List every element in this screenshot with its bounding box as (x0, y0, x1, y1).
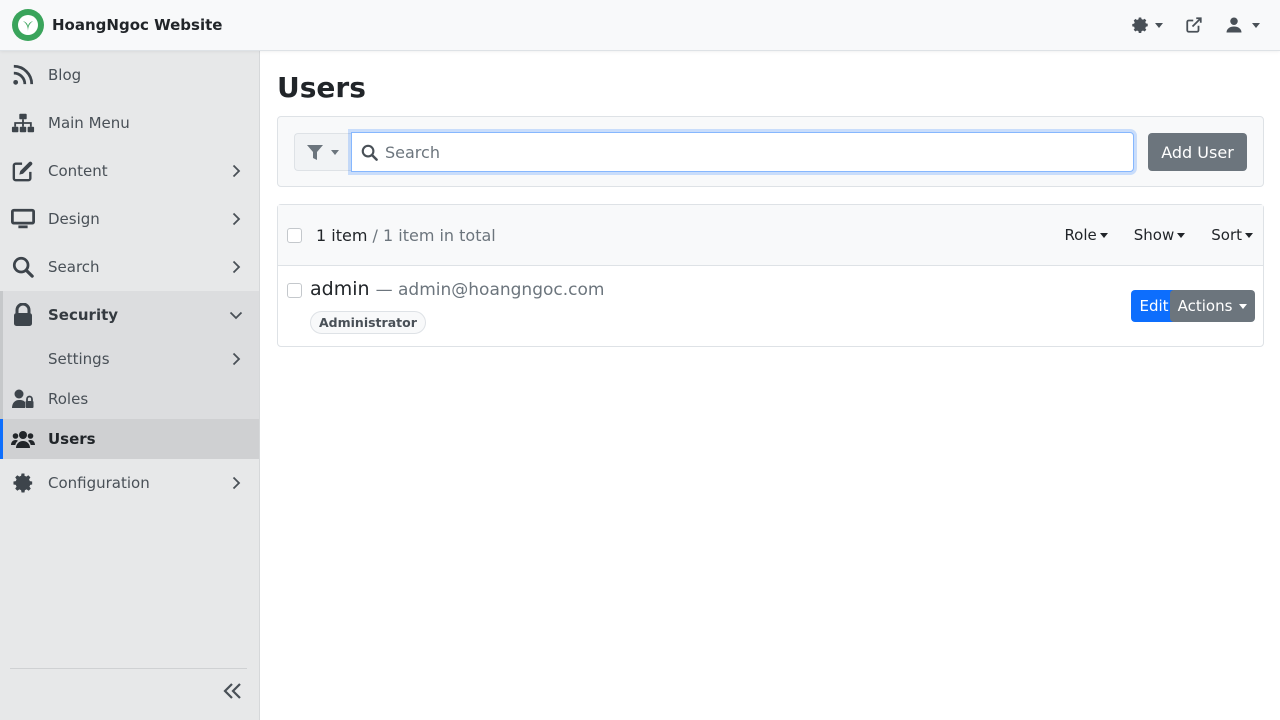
role-filter-label: Role (1064, 226, 1097, 244)
item-count-visible: 1 item (316, 225, 368, 245)
chevron-down-icon (229, 308, 243, 322)
actions-dropdown-button[interactable]: Actions (1170, 290, 1255, 322)
edit-icon (11, 159, 35, 183)
chevron-down-icon (1252, 22, 1260, 28)
main-content: Users Add User 1 item / 1 item in total … (277, 51, 1264, 347)
top-header: HoangNgoc Website (0, 0, 1280, 51)
sidebar-item-search[interactable]: Search (0, 243, 259, 291)
brand-link[interactable]: HoangNgoc Website (0, 0, 222, 50)
chevron-down-icon (1099, 232, 1108, 238)
user-lock-icon (11, 387, 35, 411)
chevron-right-icon (229, 212, 243, 226)
sidebar-item-label: Users (48, 430, 96, 448)
sidebar: Blog Main Menu Content Design Search Sec… (0, 51, 260, 720)
chevron-down-icon (1155, 22, 1163, 28)
user-email: — admin@hoangngoc.com (375, 280, 605, 300)
sidebar-item-blog[interactable]: Blog (0, 51, 259, 99)
user-dropdown[interactable] (1217, 0, 1280, 50)
search-icon (11, 255, 35, 279)
security-group: Security Settings Roles Users (0, 291, 259, 459)
sidebar-item-label: Settings (48, 350, 110, 368)
user-icon (1225, 16, 1243, 34)
chevron-down-icon (1239, 303, 1248, 309)
theme-dropdown[interactable] (1123, 0, 1171, 50)
leaf-logo-icon (12, 9, 44, 41)
sidebar-item-label: Roles (48, 390, 89, 408)
actions-label: Actions (1177, 297, 1233, 315)
view-site-button[interactable] (1171, 0, 1217, 50)
item-count-total: / 1 item in total (367, 225, 496, 245)
chevron-right-icon (229, 164, 243, 178)
sort-label: Sort (1211, 226, 1242, 244)
monitor-icon (11, 207, 35, 231)
sidebar-item-label: Content (48, 162, 108, 180)
select-all-checkbox[interactable] (287, 227, 302, 243)
sort-dropdown[interactable]: Sort (1211, 226, 1253, 244)
user-name: admin (310, 278, 370, 300)
sidebar-item-security[interactable]: Security (3, 291, 259, 339)
lock-icon (11, 303, 35, 327)
table-row: admin — admin@hoangngoc.com Administrato… (278, 266, 1263, 346)
sidebar-item-label: Main Menu (48, 114, 130, 132)
chevron-down-icon (1245, 232, 1253, 238)
list-header: 1 item / 1 item in total Role Show Sort (278, 205, 1263, 266)
chevron-down-icon (331, 149, 339, 155)
sidebar-item-design[interactable]: Design (0, 195, 259, 243)
sidebar-item-label: Security (48, 306, 119, 324)
filter-dropdown[interactable] (294, 133, 352, 171)
search-field (351, 132, 1134, 172)
row-checkbox[interactable] (287, 283, 302, 298)
search-input[interactable] (385, 134, 1125, 170)
users-icon (11, 427, 35, 451)
chevron-right-icon (229, 352, 243, 366)
sidebar-item-label: Configuration (48, 474, 150, 492)
cog-icon (11, 471, 35, 495)
show-label: Show (1133, 226, 1175, 244)
sidebar-item-content[interactable]: Content (0, 147, 259, 195)
filter-icon (307, 144, 323, 160)
user-name-link[interactable]: admin — admin@hoangngoc.com (310, 278, 604, 300)
sidebar-item-main-menu[interactable]: Main Menu (0, 99, 259, 147)
item-count: 1 item / 1 item in total (316, 226, 496, 245)
sidebar-item-configuration[interactable]: Configuration (0, 459, 259, 507)
sidebar-item-label: Design (48, 210, 100, 228)
chevron-right-icon (229, 476, 243, 490)
sidebar-item-roles[interactable]: Roles (3, 379, 259, 419)
chevron-right-icon (229, 260, 243, 274)
sidebar-item-label: Search (48, 258, 100, 276)
role-badge: Administrator (310, 311, 426, 334)
role-filter-dropdown[interactable]: Role (1064, 226, 1108, 244)
search-icon (361, 144, 378, 161)
sitemap-icon (11, 111, 35, 135)
gear-icon (1131, 16, 1149, 34)
page-title: Users (277, 71, 366, 104)
add-user-button[interactable]: Add User (1148, 133, 1247, 171)
sidebar-item-users[interactable]: Users (0, 419, 259, 459)
sidebar-item-label: Blog (48, 66, 82, 84)
search-toolbar: Add User (277, 116, 1264, 187)
external-link-icon (1185, 16, 1203, 34)
users-list: 1 item / 1 item in total Role Show Sort … (277, 204, 1264, 347)
sidebar-item-settings[interactable]: Settings (3, 339, 259, 379)
rss-icon (11, 63, 35, 87)
sidebar-footer (10, 668, 247, 720)
site-name: HoangNgoc Website (52, 16, 223, 34)
show-dropdown[interactable]: Show (1133, 226, 1186, 244)
collapse-sidebar-icon[interactable] (223, 681, 243, 701)
chevron-down-icon (1177, 232, 1186, 238)
